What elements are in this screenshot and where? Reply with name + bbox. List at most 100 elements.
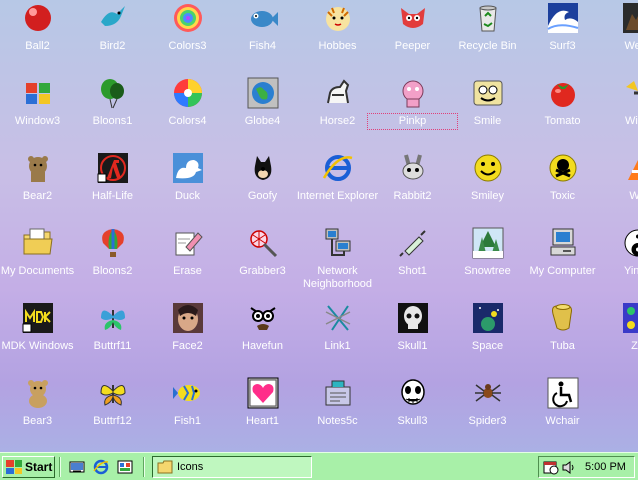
desktop-icon-label: Smiley	[470, 190, 504, 202]
desktop-icon-label: Link1	[324, 340, 351, 352]
desktop-icon-fish1[interactable]: Fish1	[150, 377, 225, 449]
desktop-icon-my-documents[interactable]: My Documents	[0, 227, 75, 299]
start-button[interactable]: Start	[2, 456, 55, 478]
desktop-icon-surf3[interactable]: Surf3	[525, 2, 600, 74]
desktop-icon-goofy[interactable]: Goofy	[225, 152, 300, 224]
volume-icon[interactable]	[561, 460, 575, 478]
bear-icon	[22, 152, 54, 184]
desktop-icon-label: Were	[624, 40, 638, 52]
ball-icon	[22, 2, 54, 34]
network-icon	[322, 227, 354, 259]
desktop-icon-fish4[interactable]: Fish4	[225, 2, 300, 74]
desktop-icon-label: Skull1	[397, 340, 428, 352]
desktop-icon-buttrf12[interactable]: Buttrf12	[75, 377, 150, 449]
desktop-icon-label: Skull3	[397, 415, 428, 427]
desktop-icon-label: Hobbes	[318, 40, 357, 52]
desktop-icon-label: Space	[471, 340, 504, 352]
desktop-icon-duck[interactable]: Duck	[150, 152, 225, 224]
desktop-icon-heart1[interactable]: Heart1	[225, 377, 300, 449]
desktop-icon-label: Half-Life	[92, 190, 133, 202]
desktop-icon-bloons2[interactable]: Bloons2	[75, 227, 150, 299]
desktop-icon-ball2[interactable]: Ball2	[0, 2, 75, 74]
desktop-icon-bird2[interactable]: Bird2	[75, 2, 150, 74]
desktop-icon-label: Colors4	[168, 115, 207, 127]
heart-icon	[247, 377, 279, 409]
desktop-icon-label: Network Neighborhood	[302, 265, 373, 290]
clock[interactable]: 5:00 PM	[585, 461, 626, 473]
teddy-bear-icon	[22, 377, 54, 409]
goofy-icon	[247, 152, 279, 184]
desktop-icon-toxic[interactable]: Toxic	[525, 152, 600, 224]
desktop-icon-skull1[interactable]: Skull1	[375, 302, 450, 374]
desktop-icon-label: Bloons1	[92, 115, 133, 127]
desktop-icon-buttrf11[interactable]: Buttrf11	[75, 302, 150, 374]
desktop-icon-network-neighborhood[interactable]: Network Neighborhood	[300, 227, 375, 299]
show-desktop-icon[interactable]	[68, 458, 86, 476]
desktop-icon-smile[interactable]: Smile	[450, 77, 525, 149]
werewolf-icon	[622, 2, 638, 34]
desktop-icon-bloons1[interactable]: Bloons1	[75, 77, 150, 149]
desktop-icon-my-computer[interactable]: My Computer	[525, 227, 600, 299]
globe-icon	[247, 77, 279, 109]
desktop-icon-label: Winp	[624, 115, 638, 127]
desktop-icon-internet-explorer[interactable]: Internet Explorer	[297, 152, 378, 224]
desktop-icon-face2[interactable]: Face2	[150, 302, 225, 374]
desktop-icon-horse2[interactable]: Horse2	[300, 77, 375, 149]
desktop-icon-bear3[interactable]: Bear3	[0, 377, 75, 449]
desktop-icon-pinkp[interactable]: Pinkp	[367, 77, 458, 149]
channels-icon[interactable]	[116, 458, 134, 476]
task-button-icons[interactable]: Icons	[152, 456, 312, 478]
desktop-icon-grabber3[interactable]: Grabber3	[225, 227, 300, 299]
mdk-icon	[22, 302, 54, 334]
desktop-icon-skull3[interactable]: Skull3	[375, 377, 450, 449]
hot-air-balloon-icon	[97, 227, 129, 259]
desktop-icon-bear2[interactable]: Bear2	[0, 152, 75, 224]
colors-icon	[172, 2, 204, 34]
desktop-icon-label: Buttrf12	[93, 415, 132, 427]
desktop-icon-label: Erase	[173, 265, 202, 277]
desktop-icon-hobbes[interactable]: Hobbes	[300, 2, 375, 74]
system-tray: 5:00 PM	[538, 456, 635, 478]
skull-icon	[397, 302, 429, 334]
desktop-icon-notes5c[interactable]: Notes5c	[300, 377, 375, 449]
desktop-icon-spider3[interactable]: Spider3	[450, 377, 525, 449]
desktop-icon-label: Goofy	[247, 190, 278, 202]
desktop-icon-were[interactable]: Were	[600, 2, 638, 74]
desktop-icon-recycle-bin[interactable]: Recycle Bin	[450, 2, 525, 74]
desktop-icon-ze[interactable]: Ze	[600, 302, 638, 374]
desktop-icon-smiley[interactable]: Smiley	[450, 152, 525, 224]
desktop-icon-snowtree[interactable]: Snowtree	[450, 227, 525, 299]
desktop-icon-label: Ze	[631, 340, 638, 352]
desktop-icon-space[interactable]: Space	[450, 302, 525, 374]
desktop-icon-window3[interactable]: Window3	[0, 77, 75, 149]
scheduler-icon[interactable]	[543, 460, 559, 478]
desktop-icon-colors4[interactable]: Colors4	[150, 77, 225, 149]
pattern-icon	[622, 302, 638, 334]
desktop-icon-link1[interactable]: Link1	[300, 302, 375, 374]
desktop-icon-label: Snowtree	[464, 265, 511, 277]
desktop-icon-mdk-windows[interactable]: MDK Windows	[0, 302, 75, 374]
desktop-icon-winp[interactable]: Winp	[600, 77, 638, 149]
desktop-icon-label: Yingy	[623, 265, 638, 277]
start-label: Start	[25, 460, 53, 474]
desktop-icon-label: Shot1	[398, 265, 427, 277]
desktop-icon-colors3[interactable]: Colors3	[150, 2, 225, 74]
desktop-icon-erase[interactable]: Erase	[150, 227, 225, 299]
desktop-icon-havefun[interactable]: Havefun	[225, 302, 300, 374]
desktop-icon-peeper[interactable]: Peeper	[375, 2, 450, 74]
desktop-icon-yingy[interactable]: Yingy	[600, 227, 638, 299]
desktop-icon-half-life[interactable]: Half-Life	[75, 152, 150, 224]
desktop-icon-tuba[interactable]: Tuba	[525, 302, 600, 374]
desktop-icon-globe4[interactable]: Globe4	[225, 77, 300, 149]
internet-explorer-icon[interactable]	[92, 458, 110, 476]
desktop-icon-label: Duck	[174, 190, 201, 202]
desktop-icon-wchair[interactable]: Wchair	[525, 377, 600, 449]
color-wheel-icon	[172, 77, 204, 109]
desktop-icon-tomato[interactable]: Tomato	[525, 77, 600, 149]
desktop-icon-label: Recycle Bin	[458, 40, 517, 52]
desktop-icon-rabbit2[interactable]: Rabbit2	[375, 152, 450, 224]
computer-icon	[547, 227, 579, 259]
tuba-icon	[547, 302, 579, 334]
desktop-icon-wo[interactable]: Wo	[600, 152, 638, 224]
desktop-icon-shot1[interactable]: Shot1	[375, 227, 450, 299]
